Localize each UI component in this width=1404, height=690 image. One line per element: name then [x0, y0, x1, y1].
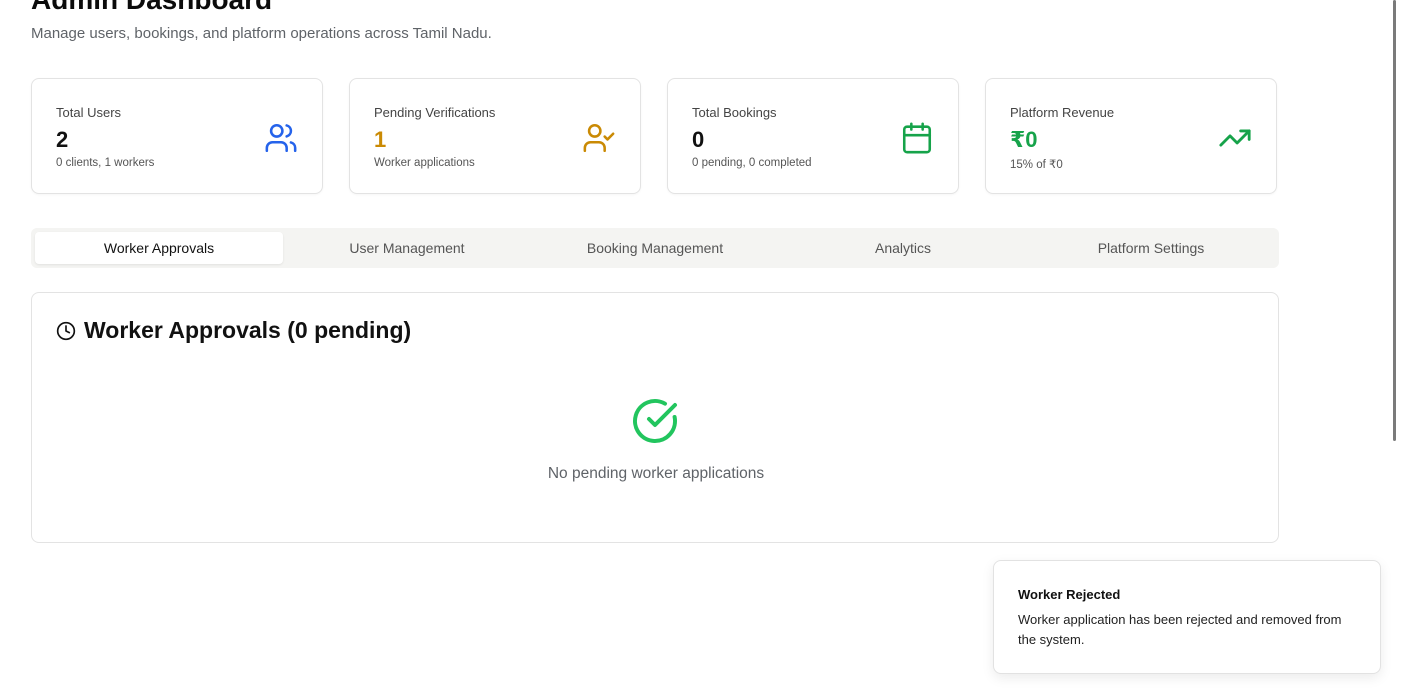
- stat-card-platform-revenue: Platform Revenue ₹0 15% of ₹0: [985, 78, 1277, 194]
- stat-sub: 0 pending, 0 completed: [692, 157, 812, 169]
- panel-title: Worker Approvals (0 pending): [84, 317, 412, 343]
- vertical-scrollbar[interactable]: [1392, 0, 1404, 690]
- empty-state-text: No pending worker applications: [547, 465, 765, 482]
- tab-booking-management[interactable]: Booking Management: [531, 232, 779, 264]
- toast-notification[interactable]: Worker Rejected Worker application has b…: [993, 560, 1381, 674]
- stat-sub: 0 clients, 1 workers: [56, 157, 155, 169]
- stat-card-pending-verifications: Pending Verifications 1 Worker applicati…: [349, 78, 641, 194]
- check-circle-icon: [633, 399, 677, 443]
- stat-label: Platform Revenue: [1010, 105, 1115, 120]
- page-title: Admin Dashboard: [31, 0, 272, 18]
- calendar-icon: [902, 122, 932, 154]
- panel-header: Worker Approvals (0 pending): [56, 317, 411, 344]
- tab-platform-settings[interactable]: Platform Settings: [1027, 232, 1275, 264]
- stat-sub: 15% of ₹0: [1010, 159, 1063, 171]
- stat-value: 1: [374, 127, 387, 152]
- stat-card-total-users: Total Users 2 0 clients, 1 workers: [31, 78, 323, 194]
- toast-description: Worker application has been rejected and…: [1018, 612, 1342, 647]
- stat-card-total-bookings: Total Bookings 0 0 pending, 0 completed: [667, 78, 959, 194]
- stat-value: ₹0: [1010, 127, 1038, 152]
- stat-label: Total Bookings: [692, 105, 777, 120]
- admin-dashboard-page: Admin Dashboard Manage users, bookings, …: [0, 0, 1404, 690]
- toast-title: Worker Rejected: [1018, 587, 1121, 602]
- page-subtitle: Manage users, bookings, and platform ope…: [31, 25, 492, 42]
- scrollbar-thumb[interactable]: [1393, 0, 1396, 441]
- tab-worker-approvals[interactable]: Worker Approvals: [35, 232, 283, 264]
- stat-value: 0: [692, 127, 705, 152]
- clock-icon: [56, 321, 76, 340]
- user-check-icon: [583, 123, 615, 153]
- stat-sub: Worker applications: [374, 157, 475, 169]
- tab-bar: Worker Approvals User Management Booking…: [31, 228, 1279, 268]
- stat-label: Pending Verifications: [374, 105, 496, 120]
- stat-label: Total Users: [56, 105, 122, 120]
- trending-up-icon: [1219, 129, 1251, 147]
- tab-analytics[interactable]: Analytics: [779, 232, 1027, 264]
- users-icon: [265, 123, 297, 153]
- tab-user-management[interactable]: User Management: [283, 232, 531, 264]
- stat-value: 2: [56, 127, 69, 152]
- worker-approvals-panel: Worker Approvals (0 pending) No pending …: [31, 292, 1279, 543]
